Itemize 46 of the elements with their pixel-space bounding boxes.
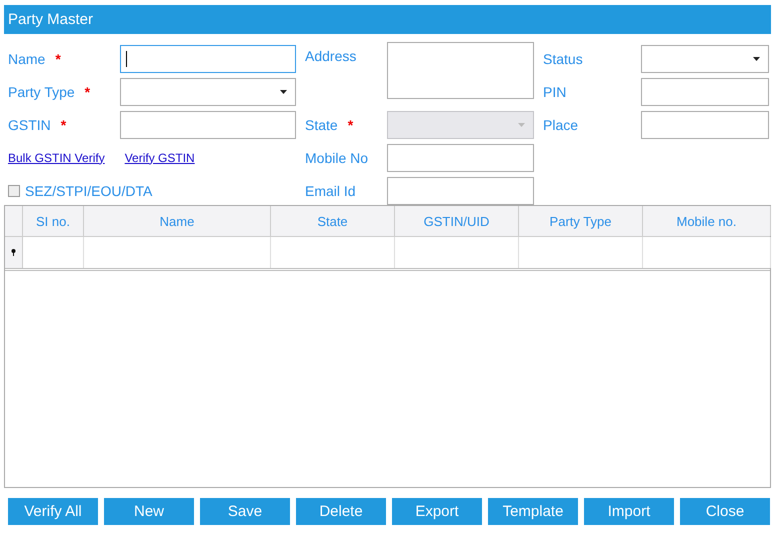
required-mark: * bbox=[84, 84, 90, 100]
window-title: Party Master bbox=[8, 11, 94, 28]
action-button[interactable]: New bbox=[104, 498, 194, 525]
column-header[interactable]: SI no. bbox=[23, 206, 84, 236]
field-label: Address bbox=[305, 48, 356, 64]
checkbox[interactable] bbox=[8, 184, 20, 196]
link[interactable]: Bulk GSTIN Verify bbox=[8, 150, 105, 164]
dropdown[interactable] bbox=[641, 44, 769, 72]
input-field[interactable] bbox=[641, 110, 769, 138]
column-header[interactable]: Party Type bbox=[519, 206, 643, 236]
input-field[interactable] bbox=[641, 78, 769, 106]
field-label: Name bbox=[8, 50, 46, 66]
input-field[interactable] bbox=[387, 144, 534, 172]
caret-icon bbox=[753, 56, 760, 60]
required-mark: * bbox=[60, 116, 66, 132]
field-label: GSTIN bbox=[8, 116, 51, 132]
field-label: Mobile No bbox=[305, 150, 368, 166]
checkbox-label: SEZ/STPI/EOU/DTA bbox=[25, 182, 152, 198]
column-header[interactable]: GSTIN/UID bbox=[395, 206, 519, 236]
action-button[interactable]: Import bbox=[584, 498, 674, 525]
input-field[interactable] bbox=[120, 44, 296, 72]
required-mark: * bbox=[55, 50, 61, 66]
pin-icon bbox=[11, 249, 16, 256]
field-label: Status bbox=[543, 50, 583, 66]
action-button[interactable]: Save bbox=[200, 498, 290, 525]
action-button[interactable]: Export bbox=[392, 498, 482, 525]
dropdown[interactable] bbox=[120, 78, 296, 106]
action-button[interactable]: Verify All bbox=[8, 498, 98, 525]
column-header[interactable]: Mobile no. bbox=[643, 206, 771, 236]
column-header[interactable]: Name bbox=[84, 206, 271, 236]
link[interactable]: Verify GSTIN bbox=[124, 150, 195, 164]
field-label: Place bbox=[543, 116, 578, 132]
input-field[interactable] bbox=[387, 176, 534, 204]
field-label: Party Type bbox=[8, 84, 75, 100]
field-label: Email Id bbox=[305, 182, 356, 198]
input-field[interactable] bbox=[120, 110, 296, 138]
action-button[interactable]: Delete bbox=[296, 498, 386, 525]
action-button[interactable]: Template bbox=[488, 498, 578, 525]
action-button[interactable]: Close bbox=[680, 498, 770, 525]
column-header[interactable]: State bbox=[271, 206, 395, 236]
field-label: State bbox=[305, 116, 338, 132]
required-mark: * bbox=[348, 116, 354, 132]
field-label: PIN bbox=[543, 84, 566, 100]
input-field[interactable] bbox=[387, 42, 534, 99]
caret-icon bbox=[280, 90, 287, 94]
caret-icon bbox=[518, 122, 525, 126]
